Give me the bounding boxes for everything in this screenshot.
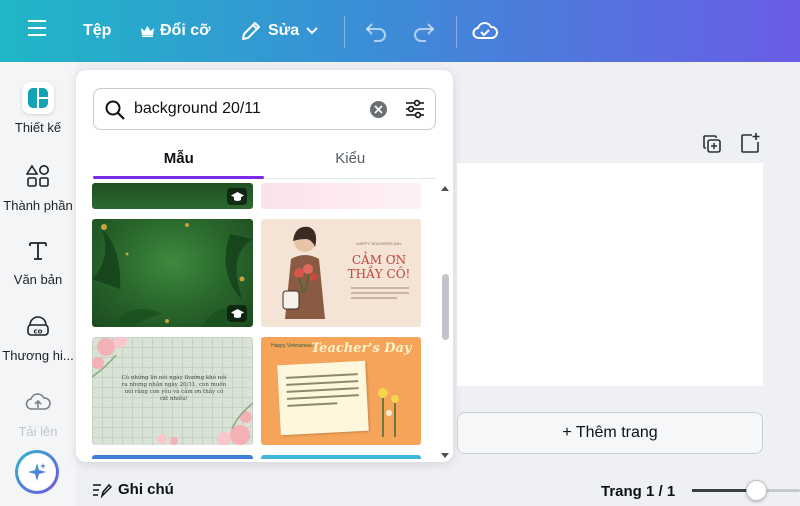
svg-text:co: co [34, 328, 43, 336]
tab-styles[interactable]: Kiểu [265, 142, 437, 180]
duplicate-icon [703, 135, 721, 153]
filter-sliders-icon [406, 99, 424, 119]
shapes-icon [22, 160, 54, 192]
thanks-small-text: HAPPY TEACHERS DAY [356, 241, 402, 246]
pencil-icon [242, 22, 260, 40]
left-sidebar: Thiết kế Thành phần Văn bản co Thương hi… [0, 62, 76, 506]
flower-stems-decoration [378, 388, 399, 437]
close-icon [374, 105, 383, 114]
sidebar-item-label: Thương hi... [2, 348, 74, 363]
sidebar-item-label: Thành phần [3, 198, 73, 213]
floral-message-text: Có những lời nói ngày thường khó nói ra … [121, 375, 227, 402]
zoom-slider-handle[interactable] [746, 480, 767, 501]
sidebar-item-elements[interactable]: Thành phần [0, 160, 76, 213]
redo-icon [414, 23, 435, 42]
happy-text: Happy Vietnamese [271, 343, 314, 349]
thanks-title-text: CẢM ƠN THẦY CÔ! [347, 253, 411, 281]
tab-templates[interactable]: Mẫu [93, 142, 265, 180]
thanks-body-lines [351, 287, 409, 302]
zoom-slider-fill [692, 489, 754, 492]
templates-panel: Mẫu Kiểu [76, 70, 453, 462]
template-thumbnail-blue-bottom[interactable] [92, 455, 253, 459]
sidebar-item-label: Thiết kế [14, 120, 62, 135]
template-thumbnail-green-leaves[interactable] [92, 219, 253, 327]
sidebar-item-brand[interactable]: co Thương hi... [0, 310, 76, 363]
undo-icon [365, 23, 386, 42]
toolbar-divider [344, 16, 345, 48]
duplicate-page-button[interactable] [702, 134, 722, 159]
panel-scrollbar[interactable] [439, 182, 451, 462]
template-thumbnail-floral-grid[interactable]: Có những lời nói ngày thường khó nói ra … [92, 337, 253, 445]
cloud-save-button[interactable] [472, 20, 498, 42]
sidebar-item-label: Tải lên [18, 424, 58, 439]
note-card [277, 360, 369, 436]
notes-icon [93, 483, 112, 498]
template-grid: HAPPY TEACHERS DAY CẢM ƠN THẦY CÔ! Có nh… [92, 183, 430, 459]
template-thumbnail-cyan-bottom[interactable] [261, 455, 421, 459]
resize-label: Đổi cỡ [160, 22, 211, 39]
filter-button[interactable] [404, 98, 426, 125]
cloud-check-icon [472, 22, 498, 39]
hamburger-icon [28, 20, 46, 36]
search-box [93, 88, 436, 130]
resize-button[interactable]: Đổi cỡ [141, 22, 211, 40]
scrollbar-thumb[interactable] [442, 274, 449, 340]
graduation-cap-icon [230, 191, 244, 201]
add-page-icon-button[interactable] [739, 132, 761, 159]
text-icon [22, 234, 54, 266]
sidebar-item-design[interactable]: Thiết kế [0, 82, 76, 135]
magic-button[interactable] [15, 450, 59, 494]
file-menu-button[interactable]: Tệp [83, 22, 111, 40]
premium-badge [227, 305, 247, 322]
graduation-cap-icon [230, 308, 244, 318]
chevron-down-icon [306, 27, 318, 35]
brand-icon: co [22, 310, 54, 342]
template-thumbnail-green-top[interactable] [92, 183, 253, 209]
add-page-button[interactable]: + Thêm trang [457, 412, 763, 454]
sidebar-item-label: Văn bản [13, 272, 63, 287]
search-icon [105, 100, 125, 120]
template-thumbnail-thanks-teacher[interactable]: HAPPY TEACHERS DAY CẢM ƠN THẦY CÔ! [261, 219, 421, 327]
redo-button[interactable] [412, 20, 436, 42]
premium-badge [227, 188, 247, 205]
template-thumbnail-pink-top[interactable] [261, 183, 421, 209]
undo-button[interactable] [364, 20, 388, 42]
panel-tabs: Mẫu Kiểu [93, 142, 436, 180]
sparkle-icon [28, 463, 46, 481]
top-toolbar: Tệp Đổi cỡ Sửa [0, 0, 800, 62]
sidebar-item-uploads[interactable]: Tải lên [0, 386, 76, 439]
girl-with-flowers-illustration [282, 226, 325, 319]
notes-button[interactable]: Ghi chú [92, 481, 174, 498]
add-page-icon [741, 133, 760, 153]
template-thumbnail-teachers-day[interactable]: Happy Vietnamese Teacher's Day [261, 337, 421, 445]
design-page-canvas[interactable] [457, 163, 763, 386]
design-icon [22, 82, 54, 114]
clear-search-button[interactable] [370, 101, 387, 118]
edit-menu-label: Sửa [268, 22, 300, 39]
menu-button[interactable] [28, 19, 48, 37]
notes-label: Ghi chú [118, 481, 174, 498]
page-indicator[interactable]: Trang 1 / 1 [601, 483, 675, 500]
crown-icon [141, 25, 154, 37]
scroll-down-arrow-icon [441, 453, 449, 458]
active-tab-indicator [93, 176, 264, 179]
cloud-upload-icon [22, 386, 54, 418]
teachers-day-title: Teacher's Day [311, 341, 412, 356]
sidebar-item-text[interactable]: Văn bản [0, 234, 76, 287]
toolbar-divider [456, 16, 457, 48]
scroll-up-arrow-icon [441, 186, 449, 191]
edit-menu-button[interactable]: Sửa [240, 20, 319, 42]
search-input[interactable] [134, 97, 364, 121]
file-menu-label: Tệp [83, 22, 112, 39]
